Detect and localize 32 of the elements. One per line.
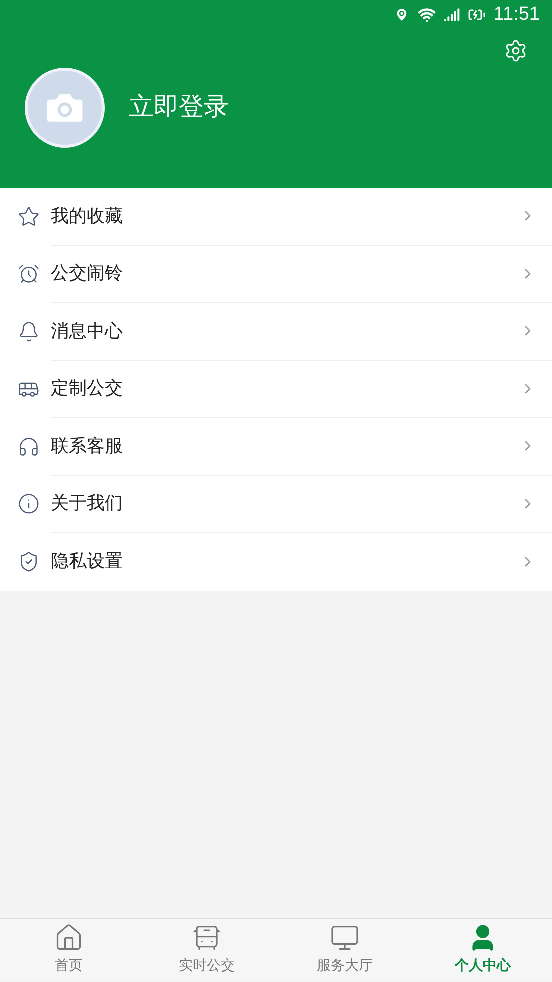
menu-label: 关于我们 xyxy=(51,492,124,516)
menu-label: 隐私设置 xyxy=(51,550,124,574)
menu-item[interactable]: 公交闹铃 xyxy=(0,246,552,303)
login-link[interactable]: 立即登录 xyxy=(129,89,229,127)
info-icon xyxy=(18,493,40,516)
menu-item[interactable]: 定制公交 xyxy=(0,360,552,418)
wifi-icon xyxy=(418,6,436,24)
menu-label: 消息中心 xyxy=(51,320,124,343)
menu-item[interactable]: 关于我们 xyxy=(0,476,552,533)
menu-label: 我的收藏 xyxy=(51,204,124,228)
menu-label: 定制公交 xyxy=(51,377,124,400)
nav-tab[interactable]: 实时公交 xyxy=(138,919,276,980)
nav-tab[interactable]: 服务大厅 xyxy=(276,919,414,980)
shield-icon xyxy=(18,550,40,573)
bell-icon xyxy=(18,320,40,343)
home-icon xyxy=(54,923,84,953)
headset-icon xyxy=(18,436,40,458)
menu-label: 公交闹铃 xyxy=(51,262,124,286)
menu-item[interactable]: 联系客服 xyxy=(0,418,552,476)
signal-icon xyxy=(444,7,460,23)
nav-tab[interactable]: 个人中心 xyxy=(414,919,552,980)
menu-item[interactable]: 隐私设置 xyxy=(0,533,552,590)
star-icon xyxy=(18,206,40,228)
menu-item[interactable]: 消息中心 xyxy=(0,303,552,360)
status-time: 11:51 xyxy=(494,2,540,27)
settings-button[interactable] xyxy=(504,39,528,63)
bus-icon xyxy=(192,923,222,953)
menu-label: 联系客服 xyxy=(51,434,124,458)
menu-item[interactable]: 我的收藏 xyxy=(0,188,552,246)
alarm-clock-icon xyxy=(18,263,40,286)
monitor-icon xyxy=(330,923,360,953)
nav-tab[interactable]: 首页 xyxy=(0,919,138,980)
